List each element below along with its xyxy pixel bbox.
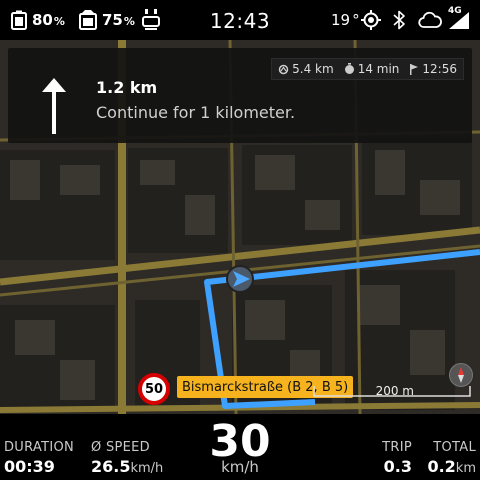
- temperature: 19 °: [331, 0, 360, 40]
- temperature-unit: °: [352, 11, 360, 29]
- temperature-value: 19: [331, 11, 351, 29]
- arrival-time-value: 12:56: [422, 62, 457, 76]
- timer-icon: [344, 63, 354, 74]
- trip-info: 5.4 km 14 min 12:56: [271, 58, 464, 80]
- gps-icon: [361, 10, 381, 30]
- total: 0.2km: [427, 457, 476, 476]
- total-unit: km: [455, 461, 476, 476]
- remaining-time: 14 min: [344, 62, 400, 76]
- bluetooth-icon: [393, 10, 405, 30]
- total-value: 0.2: [427, 457, 456, 476]
- gps-status: [361, 0, 381, 40]
- signal-status: 4G: [447, 0, 471, 40]
- position-marker: [226, 265, 254, 293]
- status-bar: 80% 75% 12:43 19 ° 4G: [0, 0, 480, 40]
- total-label: TOTAL: [433, 440, 476, 455]
- straight-arrow-icon: [42, 78, 66, 134]
- bluetooth-status: [393, 0, 405, 40]
- remaining-time-value: 14 min: [357, 62, 400, 76]
- compass-button[interactable]: [449, 363, 473, 387]
- maneuver-distance: 1.2 km: [96, 78, 158, 97]
- weather-status: [418, 0, 442, 40]
- compass-icon: [458, 367, 464, 383]
- dashboard: DURATION 00:39 Ø SPEED 26.5km/h 30 km/h …: [0, 414, 480, 480]
- network-type: 4G: [448, 6, 462, 16]
- remaining-distance-value: 5.4 km: [292, 62, 334, 76]
- trip-label: TRIP: [382, 440, 412, 455]
- map-view[interactable]: 1.2 km Continue for 1 kilometer. 5.4 km …: [0, 40, 480, 414]
- speed-limit-sign: 50: [138, 373, 170, 405]
- cloud-icon: [418, 11, 442, 28]
- remaining-distance: 5.4 km: [278, 62, 334, 76]
- maneuver-instruction: Continue for 1 kilometer.: [96, 103, 296, 122]
- flag-icon: [410, 63, 419, 75]
- clock: 12:43: [209, 9, 271, 33]
- map-scale-label: 200 m: [375, 384, 414, 398]
- route-distance-icon: [278, 64, 289, 74]
- arrival-time: 12:56: [409, 62, 457, 76]
- trip-value: 0.3: [383, 457, 412, 476]
- navigation-panel[interactable]: 1.2 km Continue for 1 kilometer. 5.4 km …: [8, 48, 472, 143]
